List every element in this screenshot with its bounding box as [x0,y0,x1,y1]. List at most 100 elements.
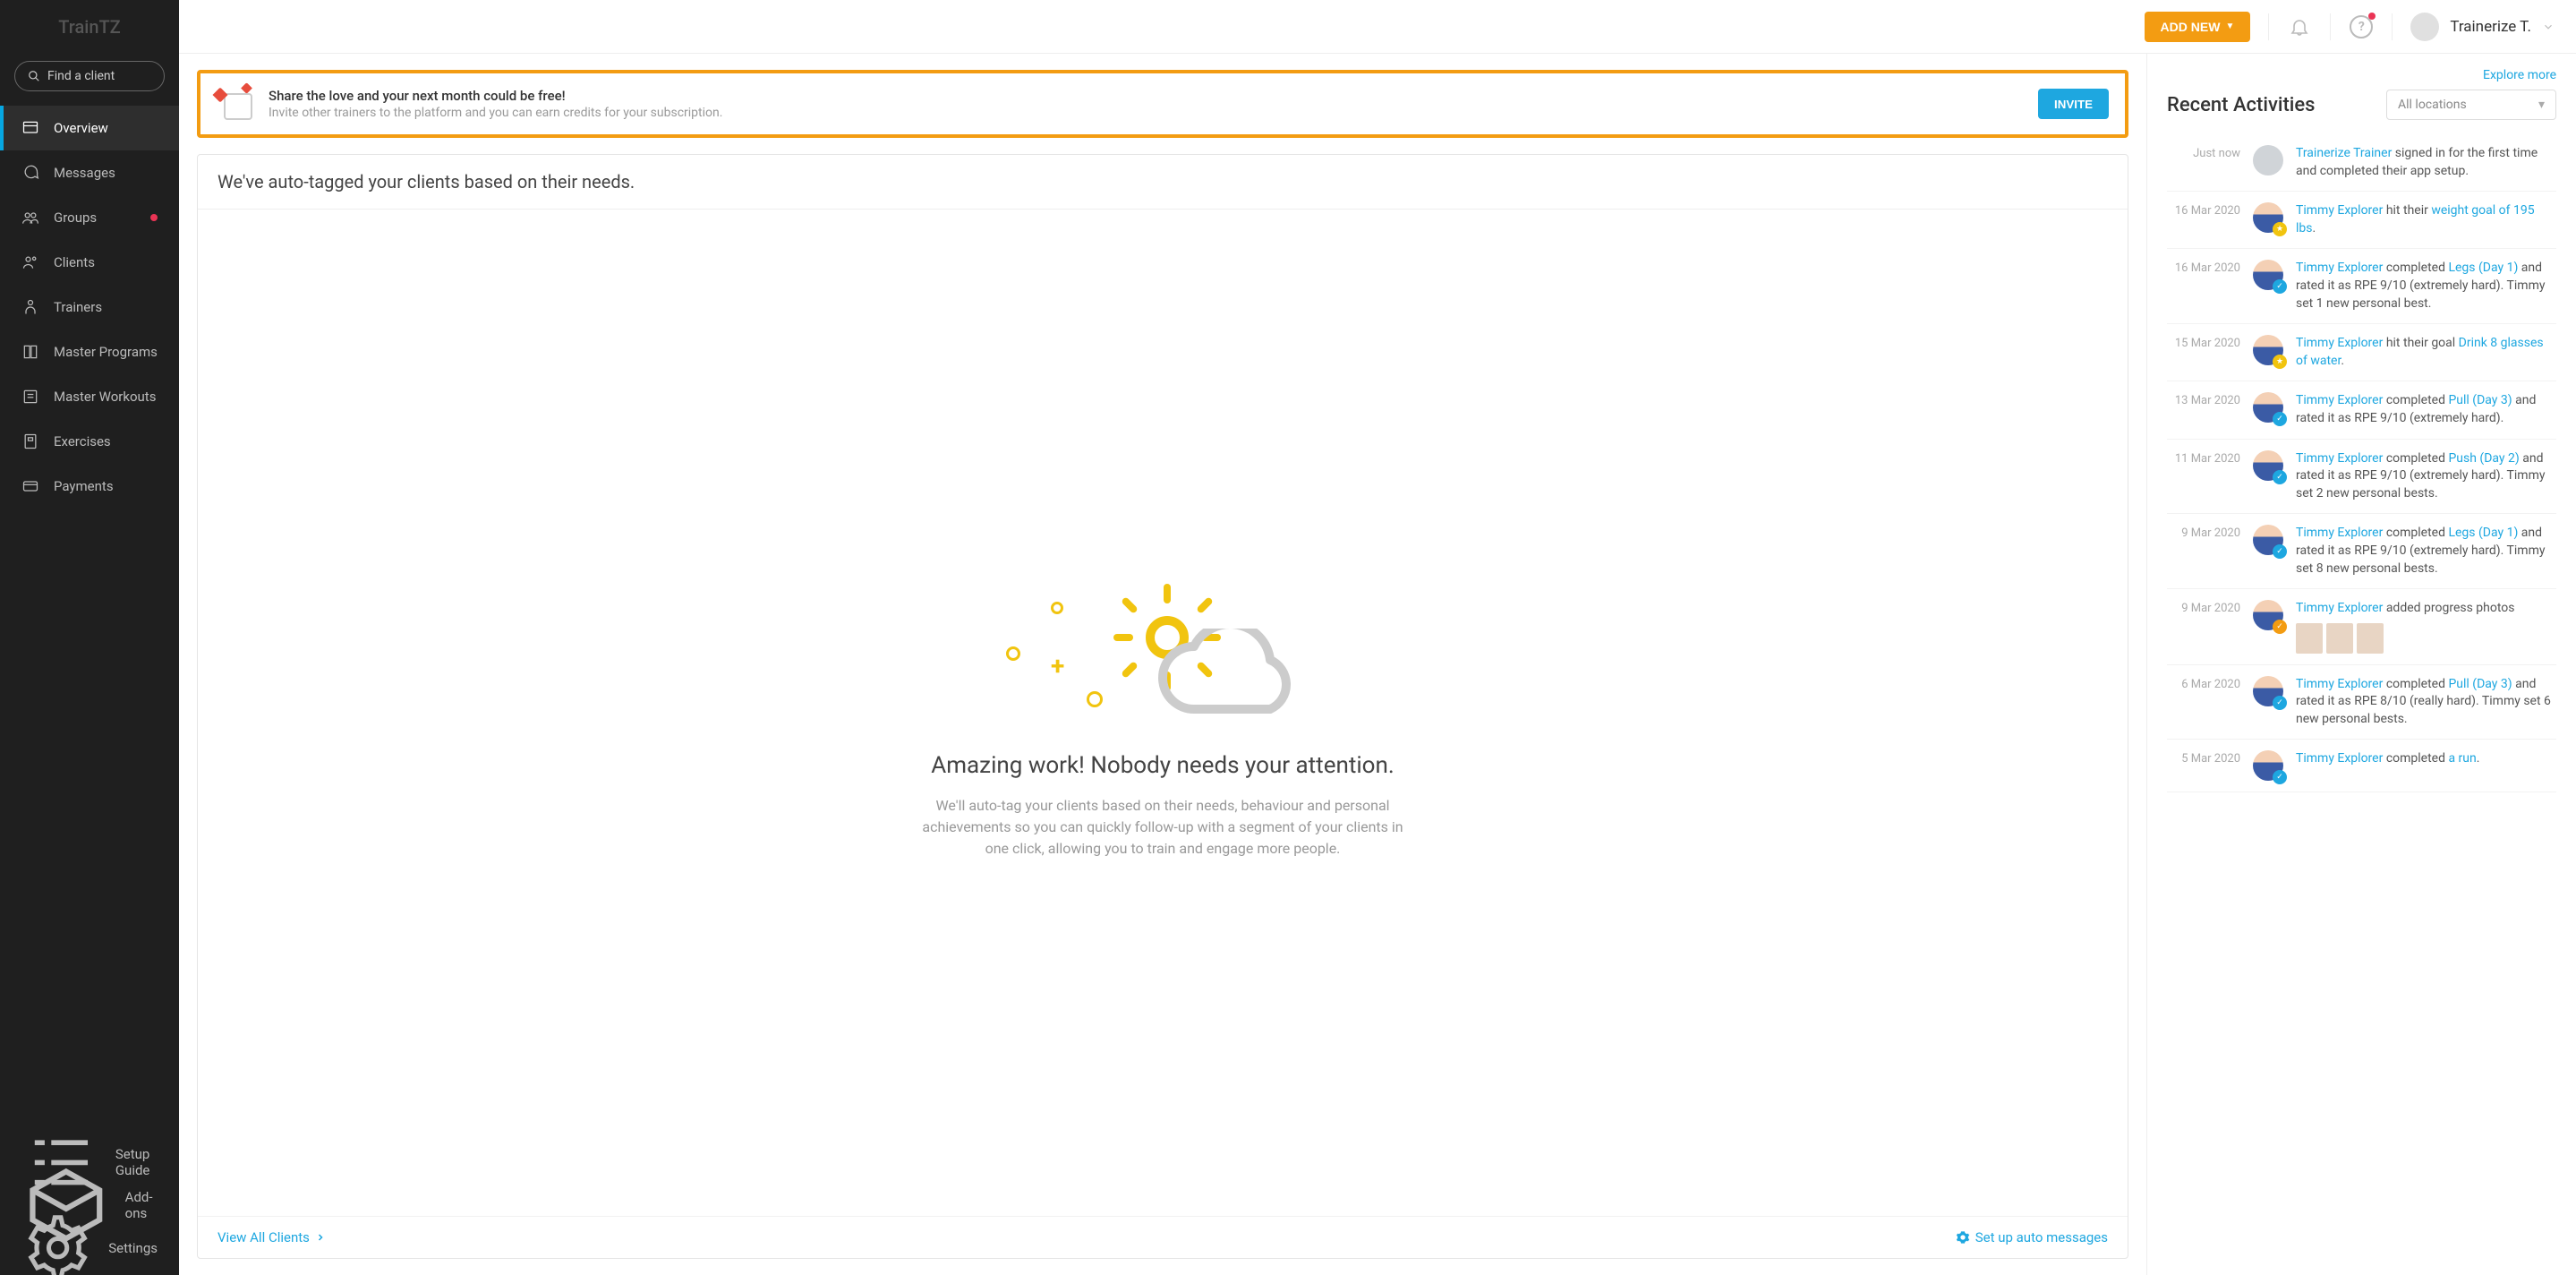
help-notification-dot [2368,13,2376,20]
location-select[interactable]: All locations ▾ [2386,90,2556,120]
sidebar-item-clients[interactable]: Clients [0,240,179,285]
callout-subtitle: Invite other trainers to the platform an… [269,106,2022,120]
add-new-label: ADD NEW [2161,20,2221,34]
activity-actor-link[interactable]: Trainerize Trainer [2296,146,2392,160]
clients-icon [21,253,39,271]
activity-object-link[interactable]: Legs (Day 1) [2448,526,2518,540]
messages-icon [21,164,39,182]
sidebar-item-label: Setup Guide [115,1146,158,1178]
search-input[interactable]: Find a client [14,61,165,91]
sidebar-item-master-programs[interactable]: Master Programs [0,329,179,374]
invite-button[interactable]: INVITE [2038,89,2109,119]
setup-auto-messages-link[interactable]: Set up auto messages [1956,1229,2108,1245]
activity-actor-link[interactable]: Timmy Explorer [2296,526,2383,540]
activity-text: Timmy Explorer completed Legs (Day 1) an… [2296,260,2556,312]
explore-more-link[interactable]: Explore more [2167,68,2556,82]
activity-item: 9 Mar 2020✓Timmy Explorer added progress… [2167,589,2556,665]
search-placeholder: Find a client [47,69,115,83]
activity-actor-link[interactable]: Timmy Explorer [2296,677,2383,691]
activity-object-link[interactable]: Pull (Day 3) [2448,393,2512,407]
chevron-down-icon [2542,21,2555,33]
sidebar-item-label: Settings [108,1240,158,1256]
activity-text: Timmy Explorer hit their goal Drink 8 gl… [2296,335,2556,370]
recent-activities-title: Recent Activities [2167,94,2316,116]
trainers-icon [21,298,39,316]
activity-text: Timmy Explorer completed a run. [2296,750,2556,781]
activity-text: Timmy Explorer hit their weight goal of … [2296,202,2556,237]
cloud-icon [1149,629,1310,727]
avatar-badge-orange-icon: ✓ [2273,620,2287,634]
notifications-button[interactable] [2287,14,2312,39]
user-name: Trainerize T. [2450,18,2531,36]
exercises-icon [21,432,39,450]
sidebar-item-settings[interactable]: Settings [0,1227,179,1270]
activity-text: Trainerize Trainer signed in for the fir… [2296,145,2556,180]
workouts-icon [21,388,39,406]
auto-tag-panel: We've auto-tagged your clients based on … [197,154,2128,1259]
activity-time: Just now [2167,145,2240,180]
sidebar-item-label: Payments [54,478,114,494]
view-all-clients-link[interactable]: View All Clients [218,1229,326,1245]
activity-item: Just now Trainerize Trainer signed in for… [2167,134,2556,192]
activity-object-link[interactable]: a run [2448,751,2476,766]
activity-object-link[interactable]: Push (Day 2) [2448,451,2519,466]
primary-nav: Overview Messages Groups Clients Trainer… [0,106,179,1141]
avatar-badge-star-icon: ★ [2273,355,2287,369]
activity-actor-link[interactable]: Timmy Explorer [2296,601,2383,615]
activity-text: Timmy Explorer completed Pull (Day 3) an… [2296,676,2556,729]
activity-text: Timmy Explorer added progress photos [2296,600,2556,654]
user-menu[interactable]: Trainerize T. [2410,13,2555,41]
sidebar: TrainTZ Find a client Overview Messages … [0,0,179,1275]
empty-state-subtitle: We'll auto-tag your clients based on the… [912,795,1413,860]
sidebar-item-exercises[interactable]: Exercises [0,419,179,464]
sidebar-item-label: Trainers [54,299,102,315]
activity-time: 5 Mar 2020 [2167,750,2240,781]
sidebar-item-label: Messages [54,165,115,181]
activity-item: 15 Mar 2020★Timmy Explorer hit their goa… [2167,324,2556,381]
sidebar-item-label: Exercises [54,433,111,449]
sidebar-item-messages[interactable]: Messages [0,150,179,195]
activity-object-link[interactable]: Pull (Day 3) [2448,677,2512,691]
activity-time: 9 Mar 2020 [2167,525,2240,578]
sidebar-item-payments[interactable]: Payments [0,464,179,509]
activity-avatar: ✓ [2253,750,2283,781]
sidebar-item-overview[interactable]: Overview [0,106,179,150]
activity-time: 16 Mar 2020 [2167,202,2240,237]
activity-actor-link[interactable]: Timmy Explorer [2296,751,2383,766]
activity-item: 5 Mar 2020 ✓ Timmy Explorer completed a ru… [2167,740,2556,792]
activity-object-link[interactable]: Legs (Day 1) [2448,261,2518,275]
sidebar-item-label: Groups [54,210,97,226]
sidebar-item-label: Master Workouts [54,389,156,405]
empty-state-illustration: + [997,566,1328,736]
avatar-badge-check-icon: ✓ [2273,770,2287,784]
activity-avatar: ★ [2253,202,2283,233]
activity-actor-link[interactable]: Timmy Explorer [2296,336,2383,350]
avatar-badge-check-icon: ✓ [2273,696,2287,710]
gear-icon [1956,1230,1970,1245]
activity-text: Timmy Explorer completed Legs (Day 1) an… [2296,525,2556,578]
progress-photo-thumbnails[interactable] [2296,623,2556,654]
activity-text: Timmy Explorer completed Pull (Day 3) an… [2296,392,2556,427]
activity-actor-link[interactable]: Timmy Explorer [2296,261,2383,275]
secondary-nav: Setup Guide Add-ons Settings [0,1141,179,1275]
avatar-badge-check-icon: ✓ [2273,470,2287,484]
sidebar-item-trainers[interactable]: Trainers [0,285,179,329]
activity-actor-link[interactable]: Timmy Explorer [2296,393,2383,407]
activity-time: 13 Mar 2020 [2167,392,2240,427]
activity-avatar: ✓ [2253,450,2283,481]
payments-icon [21,477,39,495]
sidebar-item-groups[interactable]: Groups [0,195,179,240]
sidebar-item-master-workouts[interactable]: Master Workouts [0,374,179,419]
help-button[interactable]: ? [2349,14,2374,39]
avatar-badge-star-icon: ★ [2273,222,2287,236]
groups-unread-dot [150,214,158,221]
activity-actor-link[interactable]: Timmy Explorer [2296,203,2383,218]
groups-icon [21,209,39,227]
add-new-button[interactable]: ADD NEW ▼ [2145,12,2251,42]
avatar-badge-check-icon: ✓ [2273,544,2287,559]
divider [2330,13,2331,40]
activity-actor-link[interactable]: Timmy Explorer [2296,451,2383,466]
activity-item: 6 Mar 2020✓Timmy Explorer completed Pull… [2167,665,2556,740]
divider [2392,13,2393,40]
activity-item: 16 Mar 2020✓Timmy Explorer completed Leg… [2167,249,2556,324]
